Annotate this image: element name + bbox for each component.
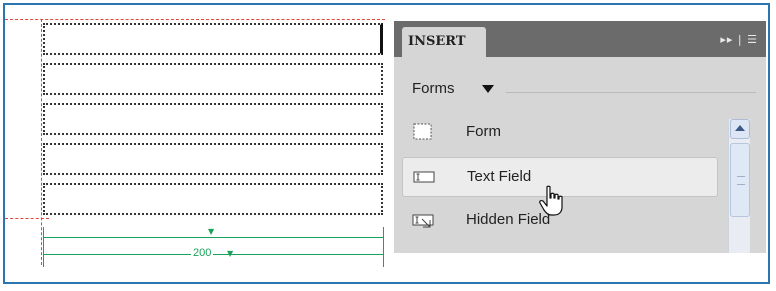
measure-line-upper xyxy=(43,237,383,238)
panel-menu-icon[interactable]: ▸▸ | ☰ xyxy=(720,33,758,46)
measure-arrow-icon: ▼ xyxy=(208,227,215,236)
grip-icon xyxy=(737,176,745,185)
hidden-field-icon xyxy=(412,214,434,228)
table-row[interactable] xyxy=(43,183,383,215)
design-canvas[interactable]: ▼ 200 ▼ xyxy=(5,5,385,291)
measurement-label[interactable]: 200 xyxy=(191,247,214,259)
hand-cursor-icon xyxy=(539,185,563,216)
table-row[interactable] xyxy=(43,103,383,135)
scroll-up-icon[interactable] xyxy=(730,119,750,139)
table-row[interactable] xyxy=(43,23,383,55)
table-row[interactable] xyxy=(43,63,383,95)
width-measurement: ▼ 200 ▼ xyxy=(43,227,385,267)
guide-line-horizontal-lower[interactable] xyxy=(5,218,49,219)
guide-line-vertical[interactable] xyxy=(41,19,42,265)
scrollbar-thumb[interactable] xyxy=(730,143,750,217)
text-field-icon xyxy=(413,171,435,183)
chevron-down-icon[interactable] xyxy=(482,85,494,93)
insert-item-form[interactable]: Form xyxy=(402,113,718,153)
measure-tick-right xyxy=(383,227,384,267)
tab-insert[interactable]: INSERT xyxy=(402,27,486,57)
insert-item-label: Text Field xyxy=(467,168,532,185)
guide-line-horizontal[interactable] xyxy=(5,19,385,20)
measure-dropdown-icon[interactable]: ▼ xyxy=(227,250,233,258)
divider xyxy=(506,92,756,93)
panel-header: INSERT ▸▸ | ☰ xyxy=(394,21,766,57)
category-dropdown[interactable]: Forms xyxy=(394,77,766,103)
insert-item-label: Form xyxy=(466,123,501,140)
panel-scrollbar[interactable] xyxy=(728,119,750,253)
category-label: Forms xyxy=(412,80,455,97)
measure-tick-left xyxy=(43,227,44,267)
screenshot-frame: ▼ 200 ▼ INSERT ▸▸ | ☰ Forms Form Text Fi… xyxy=(3,3,770,284)
insert-panel: INSERT ▸▸ | ☰ Forms Form Text Field Hidd… xyxy=(394,21,766,253)
table-row[interactable] xyxy=(43,143,383,175)
form-icon xyxy=(413,123,432,140)
